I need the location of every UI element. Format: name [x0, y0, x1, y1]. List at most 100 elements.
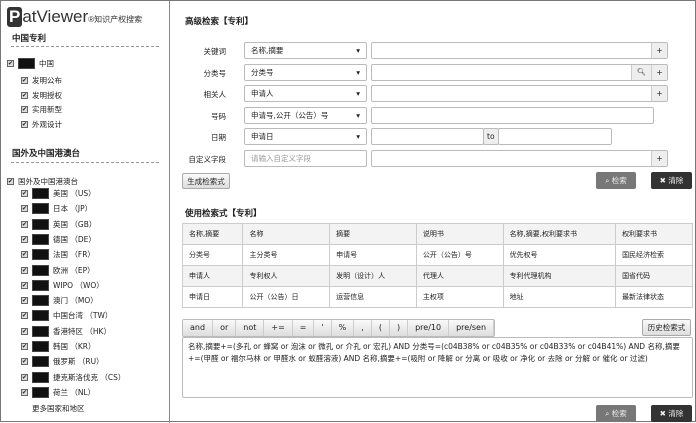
field-cell[interactable]: 代理人	[415, 265, 504, 287]
country-item[interactable]: ✔ 美国 （US）	[21, 188, 96, 199]
date-from-input[interactable]	[371, 128, 484, 145]
field-cell[interactable]: 最新法律状态	[615, 286, 693, 308]
checkbox[interactable]: ✔	[7, 60, 14, 67]
value-input[interactable]: + 🔍︎	[371, 63, 668, 81]
country-item[interactable]: ✔ 英国 （GB）	[21, 218, 96, 230]
value-input[interactable]: +	[371, 42, 668, 59]
field-cell[interactable]: 国省代码	[615, 265, 693, 287]
cn-item[interactable]: ✔ 实用新型	[21, 104, 62, 115]
add-row-button[interactable]: +	[651, 150, 667, 166]
field-cell[interactable]: 分类号	[181, 244, 244, 266]
operator-button[interactable]: (	[371, 320, 390, 336]
query-textarea[interactable]: 名称,摘要+=(多孔 or 蜂窝 or 泡沫 or 微孔 or 介孔 or 宏孔…	[182, 337, 693, 398]
field-cell[interactable]: 申请号	[329, 244, 417, 266]
country-item[interactable]: ✔ 欧洲 （EP）	[21, 264, 95, 276]
field-cell[interactable]: 发明（设计）人	[329, 265, 417, 287]
checkbox[interactable]: ✔	[21, 358, 28, 366]
clear-button[interactable]: ✖ 清除	[651, 172, 692, 189]
country-item[interactable]: ✔ 日本 （JP）	[21, 203, 92, 215]
search-button[interactable]: ⌕ 检索	[596, 172, 636, 189]
checkbox[interactable]: ✔	[21, 388, 28, 396]
field-select[interactable]: 申请日 ▾	[244, 128, 367, 145]
operator-button[interactable]: )	[389, 320, 409, 336]
checkbox[interactable]: ✔	[21, 205, 28, 213]
country-item[interactable]: ✔ 法国 （FR）	[21, 249, 95, 261]
field-cell[interactable]: 权利要求书	[615, 223, 693, 245]
date-to-input[interactable]	[498, 128, 612, 145]
checkbox[interactable]: ✔	[21, 235, 28, 243]
country-item[interactable]: ✔ 俄罗斯 （RU）	[21, 356, 104, 368]
expr-search-button[interactable]: ⌕ 检索	[596, 405, 636, 422]
operator-button[interactable]: +=	[264, 320, 293, 336]
field-cell[interactable]: 优先权号	[502, 244, 617, 266]
field-cell[interactable]: 申请日	[181, 286, 244, 308]
add-row-button[interactable]: +	[651, 64, 667, 80]
operator-button[interactable]: '	[314, 320, 332, 336]
operator-button[interactable]: and	[183, 320, 214, 336]
checkbox[interactable]: ✔	[21, 77, 28, 84]
field-select[interactable]: 申请号,公开（公告）号 ▾	[244, 106, 367, 124]
checkbox[interactable]: ✔	[21, 220, 28, 228]
field-cell[interactable]: 专利代理机构	[502, 265, 617, 287]
checkbox[interactable]: ✔	[21, 312, 28, 320]
operator-button[interactable]: ,	[354, 320, 372, 336]
field-select[interactable]: 分类号 ▾	[244, 63, 367, 81]
add-row-button[interactable]: +	[651, 86, 667, 101]
field-cell[interactable]: 主权项	[415, 286, 504, 308]
checkbox[interactable]: ✔	[21, 266, 28, 274]
intl-root-item[interactable]: ✔ 国外及中国港澳台	[7, 176, 78, 187]
checkbox[interactable]: ✔	[21, 373, 28, 381]
field-cell[interactable]: 名称	[242, 223, 331, 245]
operator-button[interactable]: or	[213, 320, 237, 336]
cn-item[interactable]: ✔ 发明公布	[21, 75, 62, 86]
field-cell[interactable]: 运营信息	[329, 286, 417, 308]
checkbox[interactable]: ✔	[21, 281, 28, 289]
field-cell[interactable]: 申请人	[181, 265, 244, 287]
search-icon[interactable]: 🔍︎	[631, 64, 651, 80]
checkbox[interactable]: ✔	[21, 343, 28, 350]
field-cell[interactable]: 地址	[502, 286, 617, 308]
add-row-button[interactable]: +	[651, 43, 667, 58]
country-item[interactable]: ✔ WIPO （WO）	[21, 279, 104, 291]
checkbox[interactable]: ✔	[21, 120, 28, 128]
operator-button[interactable]: =	[292, 320, 315, 336]
cn-root-item[interactable]: ✔ 中国	[7, 58, 54, 69]
operator-button[interactable]: pre/sen	[449, 320, 495, 336]
field-cell[interactable]: 主分类号	[242, 244, 331, 266]
field-cell[interactable]: 名称,摘要	[181, 223, 244, 245]
field-cell[interactable]: 摘要	[329, 223, 417, 245]
field-cell[interactable]: 名称,摘要,权利要求书	[502, 223, 617, 245]
checkbox[interactable]: ✔	[7, 178, 14, 185]
history-button[interactable]: 历史检索式	[642, 319, 691, 336]
value-input[interactable]: +	[371, 85, 668, 102]
cn-item[interactable]: ✔ 发明授权	[21, 90, 62, 101]
value-input[interactable]: +	[371, 149, 668, 167]
country-item[interactable]: ✔ 澳门 （MO）	[21, 295, 98, 307]
checkbox[interactable]: ✔	[21, 106, 28, 113]
field-cell[interactable]: 国民经济检索	[615, 244, 693, 266]
checkbox[interactable]: ✔	[21, 327, 28, 335]
field-cell[interactable]: 公开（公告）日	[242, 286, 331, 308]
operator-button[interactable]: not	[236, 320, 265, 336]
operator-button[interactable]: pre/10	[408, 320, 450, 336]
checkbox[interactable]: ✔	[21, 251, 28, 259]
country-item[interactable]: ✔ 中国台湾 （TW）	[21, 310, 112, 322]
operator-button[interactable]: %	[331, 320, 355, 336]
country-item[interactable]: ✔ 德国 （DE）	[21, 233, 96, 245]
field-cell[interactable]: 说明书	[415, 223, 504, 245]
cn-item[interactable]: ✔ 外观设计	[21, 119, 62, 130]
field-cell[interactable]: 专利权人	[242, 265, 331, 287]
country-item[interactable]: ✔ 捷克斯洛伐克 （CS）	[21, 371, 125, 383]
checkbox[interactable]: ✔	[21, 297, 28, 305]
generate-expression-button[interactable]: 生成检索式	[182, 173, 230, 189]
checkbox[interactable]: ✔	[21, 190, 28, 197]
field-select[interactable]: 名称,摘要 ▾	[244, 42, 367, 59]
checkbox[interactable]: ✔	[21, 91, 28, 99]
field-cell[interactable]: 公开（公告）号	[415, 244, 504, 266]
country-item[interactable]: ✔ 香港特区 （HK）	[21, 325, 111, 337]
country-item[interactable]: ✔ 韩国 （KR）	[21, 341, 96, 352]
country-item[interactable]: ✔ 荷兰 （NL）	[21, 386, 95, 398]
field-select[interactable]: 申请人 ▾	[244, 85, 367, 102]
more-countries-link[interactable]: 更多国家和地区	[32, 403, 85, 414]
expr-clear-button[interactable]: ✖ 清除	[651, 405, 692, 422]
